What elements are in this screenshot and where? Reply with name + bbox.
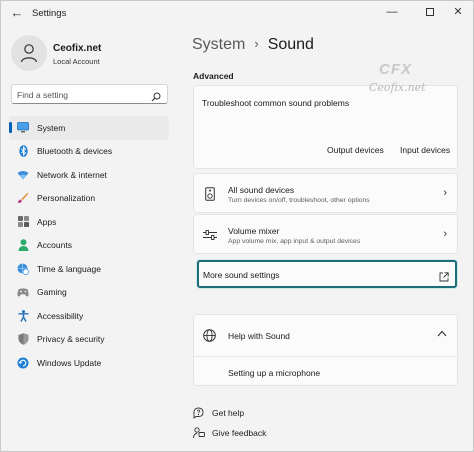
sidebar-nav: System Bluetooth & devices Network & int…: [9, 116, 169, 375]
give-feedback-label: Give feedback: [212, 428, 267, 438]
wifi-icon: [17, 169, 29, 181]
row-title: Volume mixer: [228, 226, 280, 236]
help-with-sound-card: Help with Sound Setting up a microphone: [193, 314, 458, 386]
setting-up-microphone-link[interactable]: Setting up a microphone: [228, 368, 320, 378]
shield-icon: [17, 333, 29, 346]
get-help-link[interactable]: Get help: [193, 407, 244, 419]
avatar: [11, 35, 47, 71]
input-devices-link[interactable]: Input devices: [400, 145, 450, 155]
volume-mixer-row[interactable]: Volume mixer App volume mix, app input &…: [193, 214, 458, 254]
all-sound-devices-row[interactable]: All sound devices Turn devices on/off, t…: [193, 173, 458, 213]
settings-window: ← Settings — ✕ Ceofix.net Local Account …: [0, 0, 474, 452]
search-icon[interactable]: [151, 89, 161, 107]
breadcrumb: System › Sound: [192, 36, 314, 54]
sidebar-item-network[interactable]: Network & internet: [9, 163, 169, 187]
user-profile[interactable]: Ceofix.net Local Account: [11, 35, 171, 75]
sidebar-item-accounts[interactable]: Accounts: [9, 234, 169, 258]
close-button[interactable]: ✕: [445, 4, 471, 20]
update-icon: [17, 357, 29, 369]
page-title: Sound: [267, 36, 314, 53]
troubleshoot-title: Troubleshoot common sound problems: [202, 98, 350, 108]
search-input[interactable]: [12, 86, 142, 104]
sidebar-item-personalization[interactable]: Personalization: [9, 187, 169, 211]
sidebar-item-accessibility[interactable]: Accessibility: [9, 304, 169, 328]
maximize-button[interactable]: [417, 4, 443, 20]
sidebar-item-label: Bluetooth & devices: [37, 146, 113, 157]
give-feedback-link[interactable]: Give feedback: [193, 427, 266, 439]
sidebar-item-label: Windows Update: [37, 357, 102, 368]
get-help-label: Get help: [212, 408, 245, 418]
feedback-icon: [193, 427, 205, 439]
external-link-icon: [439, 269, 449, 287]
sidebar-item-label: Apps: [37, 216, 57, 227]
more-sound-settings-label: More sound settings: [203, 270, 280, 280]
output-devices-link[interactable]: Output devices: [327, 145, 384, 155]
bluetooth-icon: [17, 145, 29, 158]
sidebar-item-time-language[interactable]: Time & language: [9, 257, 169, 281]
sidebar-item-label: Personalization: [37, 193, 96, 204]
apps-icon: [17, 216, 29, 228]
sidebar-item-bluetooth[interactable]: Bluetooth & devices: [9, 140, 169, 164]
breadcrumb-separator: ›: [254, 36, 259, 51]
help-icon: [193, 407, 205, 419]
title-bar: ← Settings — ✕: [1, 1, 473, 27]
sidebar-item-label: Privacy & security: [37, 334, 105, 345]
monitor-icon: [17, 122, 29, 134]
globe-icon: [203, 329, 216, 347]
mixer-icon: [203, 228, 217, 242]
minimize-button[interactable]: —: [379, 4, 405, 20]
chevron-right-icon: ›: [443, 187, 447, 199]
chevron-up-icon[interactable]: [437, 329, 447, 340]
sidebar-item-privacy-security[interactable]: Privacy & security: [9, 328, 169, 352]
maximize-icon: [426, 8, 434, 17]
watermark-logo: CFX: [379, 61, 412, 78]
sidebar-item-label: System: [37, 122, 66, 133]
sidebar-item-windows-update[interactable]: Windows Update: [9, 351, 169, 375]
watermark-text: Ceofix.net: [369, 81, 426, 94]
profile-name: Ceofix.net: [53, 43, 102, 54]
sidebar-item-apps[interactable]: Apps: [9, 210, 169, 234]
row-title: All sound devices: [228, 185, 295, 195]
help-header[interactable]: Help with Sound: [194, 315, 457, 357]
person-icon: [20, 44, 38, 63]
sidebar-item-label: Accounts: [37, 240, 72, 251]
row-subtitle: App volume mix, app input & output devic…: [228, 238, 361, 245]
accessibility-icon: [17, 309, 29, 322]
troubleshoot-card: Troubleshoot common sound problems Outpu…: [193, 85, 458, 169]
person-icon: [17, 239, 29, 252]
gamepad-icon: [17, 286, 29, 298]
search-box[interactable]: [11, 84, 168, 104]
sidebar-item-label: Network & internet: [37, 169, 107, 180]
back-button[interactable]: ←: [10, 6, 24, 20]
row-subtitle: Turn devices on/off, troubleshoot, other…: [228, 197, 370, 204]
chevron-right-icon: ›: [443, 228, 447, 240]
profile-account-type: Local Account: [53, 57, 100, 66]
window-title: Settings: [32, 8, 67, 19]
breadcrumb-parent[interactable]: System: [192, 36, 245, 53]
more-sound-settings-row[interactable]: More sound settings: [197, 260, 457, 288]
brush-icon: [17, 192, 29, 204]
sidebar-item-label: Gaming: [37, 287, 67, 298]
watermark: CFX Ceofix.net: [369, 61, 459, 97]
sidebar-item-system[interactable]: System: [9, 116, 169, 140]
section-heading-advanced: Advanced: [193, 71, 234, 81]
sidebar-item-gaming[interactable]: Gaming: [9, 281, 169, 305]
speaker-device-icon: [203, 187, 217, 201]
sidebar-item-label: Time & language: [37, 263, 101, 274]
globe-clock-icon: [17, 263, 29, 275]
help-title: Help with Sound: [228, 331, 290, 341]
sidebar-item-label: Accessibility: [37, 310, 84, 321]
